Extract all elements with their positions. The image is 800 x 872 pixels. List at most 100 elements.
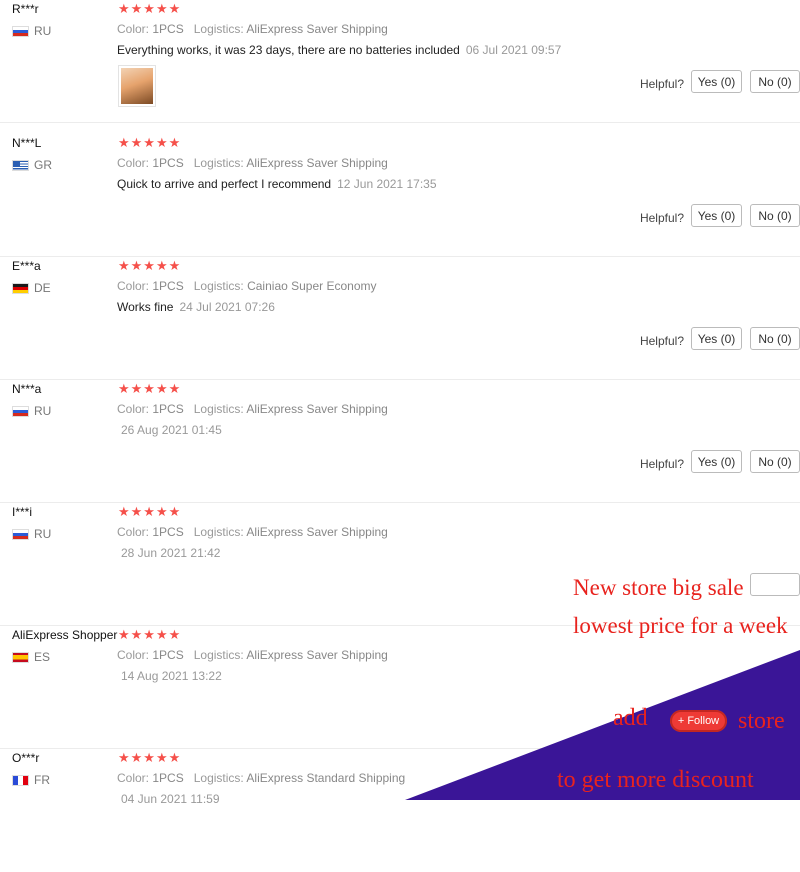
review-content: Everything works, it was 23 days, there … — [117, 43, 561, 57]
logistics-value: AliExpress Saver Shipping — [246, 402, 388, 416]
germany-flag-icon — [12, 282, 29, 294]
helpful-no-button[interactable] — [750, 573, 800, 596]
review-content: Quick to arrive and perfect I recommend 1… — [117, 177, 437, 191]
review-date: 24 Jul 2021 07:26 — [179, 300, 275, 314]
review-content: 04 Jun 2021 11:59 — [117, 792, 220, 806]
logistics-label: Logistics: — [193, 22, 244, 36]
greece-flag-icon — [12, 159, 29, 171]
country-code: RU — [34, 404, 52, 418]
review-attributes: Color: 1PCS Logistics: AliExpress Saver S… — [117, 156, 388, 170]
review-item: N***L GR ★★★★★ Color: 1PCS Logistics: Ali… — [0, 134, 800, 257]
review-text: Everything works, it was 23 days, there … — [117, 43, 460, 57]
color-value: 1PCS — [152, 525, 184, 539]
country-code: RU — [34, 24, 52, 38]
review-date: 28 Jun 2021 21:42 — [121, 546, 221, 560]
star-rating: ★★★★★ — [118, 750, 182, 765]
promo-subheadline: lowest price for a week — [573, 613, 788, 638]
helpful-label: Helpful? — [639, 334, 684, 348]
helpful-yes-button[interactable]: Yes (0) — [691, 327, 742, 350]
helpful-label: Helpful? — [639, 211, 684, 225]
russia-flag-icon — [12, 528, 29, 540]
star-rating: ★★★★★ — [118, 1, 182, 16]
color-label: Color: — [117, 771, 150, 785]
logistics-label: Logistics: — [193, 525, 244, 539]
country-code: GR — [34, 158, 52, 172]
color-value: 1PCS — [152, 771, 184, 785]
color-label: Color: — [117, 156, 150, 170]
color-value: 1PCS — [152, 156, 184, 170]
logistics-value: AliExpress Saver Shipping — [246, 156, 388, 170]
review-date: 12 Jun 2021 17:35 — [337, 177, 437, 191]
helpful-no-button[interactable]: No (0) — [750, 70, 800, 93]
logistics-value: AliExpress Standard Shipping — [246, 771, 406, 785]
color-label: Color: — [117, 402, 150, 416]
review-item: N***a RU ★★★★★ Color: 1PCS Logistics: Ali… — [0, 380, 800, 503]
review-date: 06 Jul 2021 09:57 — [465, 43, 562, 57]
reviewer-name: N***a — [12, 382, 42, 396]
logistics-label: Logistics: — [193, 156, 244, 170]
review-date: 26 Aug 2021 01:45 — [121, 423, 222, 437]
reviewer-country: ES — [12, 650, 50, 664]
logistics-label: Logistics: — [193, 402, 244, 416]
reviewer-name: O***r — [12, 751, 40, 765]
review-photo-image — [121, 68, 153, 104]
color-value: 1PCS — [152, 402, 184, 416]
helpful-no-button[interactable]: No (0) — [750, 327, 800, 350]
promo-headline: New store big sale — [573, 575, 744, 600]
review-attributes: Color: 1PCS Logistics: AliExpress Saver S… — [117, 525, 388, 539]
star-rating: ★★★★★ — [118, 504, 182, 519]
review-photo-thumbnail[interactable] — [118, 65, 156, 107]
review-item: R***r RU ★★★★★ Color: 1PCS Logistics: Ali… — [0, 0, 800, 123]
helpful-no-button[interactable]: No (0) — [750, 450, 800, 473]
helpful-label: Helpful? — [639, 77, 684, 91]
helpful-yes-button[interactable]: Yes (0) — [691, 204, 742, 227]
star-rating: ★★★★★ — [118, 258, 182, 273]
color-label: Color: — [117, 648, 150, 662]
review-content: 26 Aug 2021 01:45 — [117, 423, 222, 437]
promo-add-text: add — [613, 705, 648, 731]
reviewer-country: DE — [12, 281, 51, 295]
logistics-label: Logistics: — [193, 648, 244, 662]
review-date: 04 Jun 2021 11:59 — [121, 792, 220, 806]
helpful-yes-button[interactable]: Yes (0) — [691, 450, 742, 473]
reviewer-country: RU — [12, 24, 51, 38]
star-rating: ★★★★★ — [118, 381, 182, 396]
logistics-value: AliExpress Saver Shipping — [246, 648, 388, 662]
country-code: RU — [34, 527, 52, 541]
reviewer-country: GR — [12, 158, 52, 172]
country-code: FR — [34, 773, 50, 787]
logistics-value: AliExpress Saver Shipping — [246, 525, 388, 539]
review-text: Works fine — [117, 300, 174, 314]
review-date: 14 Aug 2021 13:22 — [121, 669, 222, 683]
star-rating: ★★★★★ — [118, 627, 182, 642]
review-content: 14 Aug 2021 13:22 — [117, 669, 222, 683]
star-rating: ★★★★★ — [118, 135, 182, 150]
review-attributes: Color: 1PCS Logistics: AliExpress Standar… — [117, 771, 405, 785]
logistics-value: AliExpress Saver Shipping — [246, 22, 388, 36]
review-content: Works fine 24 Jul 2021 07:26 — [117, 300, 275, 314]
promo-discount-text: to get more discount — [557, 767, 754, 793]
color-label: Color: — [117, 22, 150, 36]
promo-store-text: store — [738, 708, 785, 734]
review-content: 28 Jun 2021 21:42 — [117, 546, 220, 560]
review-attributes: Color: 1PCS Logistics: AliExpress Saver S… — [117, 22, 388, 36]
follow-store-button[interactable]: + Follow — [670, 710, 727, 732]
country-code: DE — [34, 281, 51, 295]
helpful-yes-button[interactable]: Yes (0) — [691, 70, 742, 93]
review-attributes: Color: 1PCS Logistics: AliExpress Saver S… — [117, 648, 388, 662]
logistics-label: Logistics: — [193, 771, 244, 785]
review-item: E***a DE ★★★★★ Color: 1PCS Logistics: Cai… — [0, 257, 800, 380]
color-label: Color: — [117, 279, 150, 293]
helpful-no-button[interactable]: No (0) — [750, 204, 800, 227]
reviewer-country: RU — [12, 527, 51, 541]
color-value: 1PCS — [152, 279, 184, 293]
helpful-label: Helpful? — [639, 457, 684, 471]
color-label: Color: — [117, 525, 150, 539]
logistics-label: Logistics: — [193, 279, 244, 293]
russia-flag-icon — [12, 405, 29, 417]
reviewer-name: N***L — [12, 136, 42, 150]
review-item: I***i RU ★★★★★ Color: 1PCS Logistics: Ali… — [0, 503, 800, 626]
reviewer-name: I***i — [12, 505, 33, 519]
russia-flag-icon — [12, 25, 29, 37]
reviewer-name: AliExpress Shopper — [12, 628, 118, 642]
